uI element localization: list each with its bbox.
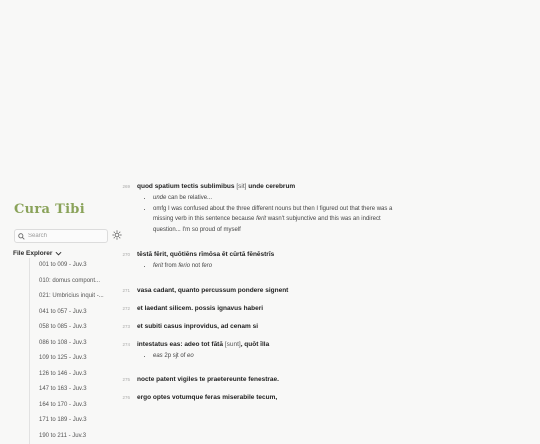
annotation-list: eas 2p sjt of eo	[153, 351, 398, 362]
verse-line: 273 et subiti casus inprovidus, ad cenam …	[118, 323, 258, 330]
verse-text: nocte patent vigiles te praetereunte fen…	[137, 376, 279, 383]
annotation-term: ferit	[153, 263, 163, 269]
file-explorer-toggle[interactable]: File Explorer	[13, 250, 62, 257]
file-item[interactable]: 041 to 057 - Juv.3	[30, 305, 130, 321]
file-item[interactable]: 086 to 108 - Juv.3	[30, 336, 130, 352]
verse-block: 269 quod spatium tectis sublimibus [sit] …	[118, 183, 398, 235]
chevron-down-icon	[55, 251, 62, 256]
file-item[interactable]: 126 to 146 - Juv.3	[30, 367, 130, 383]
annotation-item: ferit from ferio not fero	[153, 261, 398, 272]
annotation-term: ferio	[178, 263, 190, 269]
file-item[interactable]: 190 to 211 - Juv.3	[30, 429, 130, 444]
verse-line: 274 intestatus eas: adeo tot fātā [sunt],…	[118, 341, 398, 348]
file-item[interactable]: 147 to 163 - Juv.3	[30, 382, 130, 398]
line-number: 269	[118, 184, 130, 189]
verse-text-main: tēstā fērit, quōtiēns rīmōsa ēt cūrtā fē…	[137, 251, 274, 258]
annotation-term: fero	[202, 263, 212, 269]
verse-line: 270 tēstā fērit, quōtiēns rīmōsa ēt cūrtā…	[118, 251, 398, 258]
verse-text-end: , quōt īlla	[241, 341, 270, 348]
verse-text-main: quod spatium tectis sublimibus	[137, 183, 236, 190]
annotation-term: unde	[153, 195, 166, 201]
verse-line: 271 vasa cadant, quanto percussum pondere…	[118, 287, 288, 294]
annotation-term: eo	[187, 353, 194, 359]
verse-block: 271 vasa cadant, quanto percussum pondere…	[118, 287, 288, 294]
file-explorer-title: File Explorer	[13, 250, 52, 257]
verse-text-end: unde cerebrum	[246, 183, 295, 190]
verse-line: 275 nocte patent vigiles te praetereunte …	[118, 376, 279, 383]
annotation-list: ferit from ferio not fero	[153, 261, 398, 272]
line-number: 273	[118, 324, 130, 329]
sidebar: Cura Tibi File Explorer 001 to 009 - Juv…	[0, 0, 130, 405]
verse-block: 273 et subiti casus inprovidus, ad cenam …	[118, 323, 258, 330]
annotation-term: eas	[153, 353, 163, 359]
verse-block: 270 tēstā fērit, quōtiēns rīmōsa ēt cūrtā…	[118, 251, 398, 272]
annotation-text: from	[163, 263, 178, 269]
verse-text: intestatus eas: adeo tot fātā [sunt], qu…	[137, 341, 269, 348]
annotation-term: ferit	[256, 216, 266, 222]
verse-text: vasa cadant, quanto percussum pondere si…	[137, 287, 288, 294]
file-item[interactable]: 021: Umbricius inquit -...	[30, 289, 130, 305]
line-number: 270	[118, 252, 130, 257]
verse-block: 272 et laedant silicem. possis ignavus ha…	[118, 305, 263, 312]
line-number: 274	[118, 342, 130, 347]
verse-text-main: intestatus eas: adeo tot fātā	[137, 341, 225, 348]
verse-text: et laedant silicem. possis ignavus haber…	[137, 305, 263, 312]
annotation-item: omfg I was confused about the three diff…	[153, 204, 398, 236]
verse-text: ergo optes votumque feras miserabile tec…	[137, 394, 277, 401]
verse-block: 275 nocte patent vigiles te praetereunte …	[118, 376, 279, 383]
search-box[interactable]	[14, 229, 108, 243]
file-item[interactable]: 001 to 009 - Juv.3	[30, 258, 130, 274]
annotation-list: unde can be relative...omfg I was confus…	[153, 193, 398, 235]
verse-text-main: nocte patent vigiles te praetereunte fen…	[137, 376, 279, 383]
line-number: 276	[118, 395, 130, 400]
search-input[interactable]	[25, 231, 98, 241]
verse-insertion: [sit]	[236, 183, 246, 190]
file-item[interactable]: 171 to 189 - Juv.3	[30, 413, 130, 429]
verse-text: tēstā fērit, quōtiēns rīmōsa ēt cūrtā fē…	[137, 251, 274, 258]
file-item[interactable]: 109 to 125 - Juv.3	[30, 351, 130, 367]
verse-text-main: et laedant silicem. possis ignavus haber…	[137, 305, 263, 312]
verse-text-main: ergo optes votumque feras miserabile tec…	[137, 394, 277, 401]
verse-block: 274 intestatus eas: adeo tot fātā [sunt],…	[118, 341, 398, 362]
line-number: 275	[118, 377, 130, 382]
annotation-text: not	[190, 263, 202, 269]
verse-line: 276 ergo optes votumque feras miserabile …	[118, 394, 277, 401]
file-item[interactable]: 010: domus compont...	[30, 274, 130, 290]
annotation-text: 2p sjt of	[163, 353, 187, 359]
verse-text: quod spatium tectis sublimibus [sit] und…	[137, 183, 295, 190]
verse-text: et subiti casus inprovidus, ad cenam si	[137, 323, 258, 330]
verse-block: 276 ergo optes votumque feras miserabile …	[118, 394, 277, 401]
verse-line: 272 et laedant silicem. possis ignavus ha…	[118, 305, 263, 312]
verse-text-main: et subiti casus inprovidus, ad cenam si	[137, 323, 258, 330]
line-number: 272	[118, 306, 130, 311]
verse-line: 269 quod spatium tectis sublimibus [sit] …	[118, 183, 398, 190]
line-number: 271	[118, 288, 130, 293]
annotation-item: unde can be relative...	[153, 193, 398, 204]
verse-insertion: [sunt]	[225, 341, 241, 348]
app-logo[interactable]: Cura Tibi	[14, 202, 85, 217]
file-item[interactable]: 058 to 085 - Juv.3	[30, 320, 130, 336]
search-icon	[18, 233, 25, 240]
verse-text-main: vasa cadant, quanto percussum pondere si…	[137, 287, 288, 294]
annotation-text: can be relative...	[166, 195, 212, 201]
file-list: 001 to 009 - Juv.3010: domus compont...0…	[29, 258, 130, 444]
annotation-item: eas 2p sjt of eo	[153, 351, 398, 362]
file-item[interactable]: 164 to 170 - Juv.3	[30, 398, 130, 414]
